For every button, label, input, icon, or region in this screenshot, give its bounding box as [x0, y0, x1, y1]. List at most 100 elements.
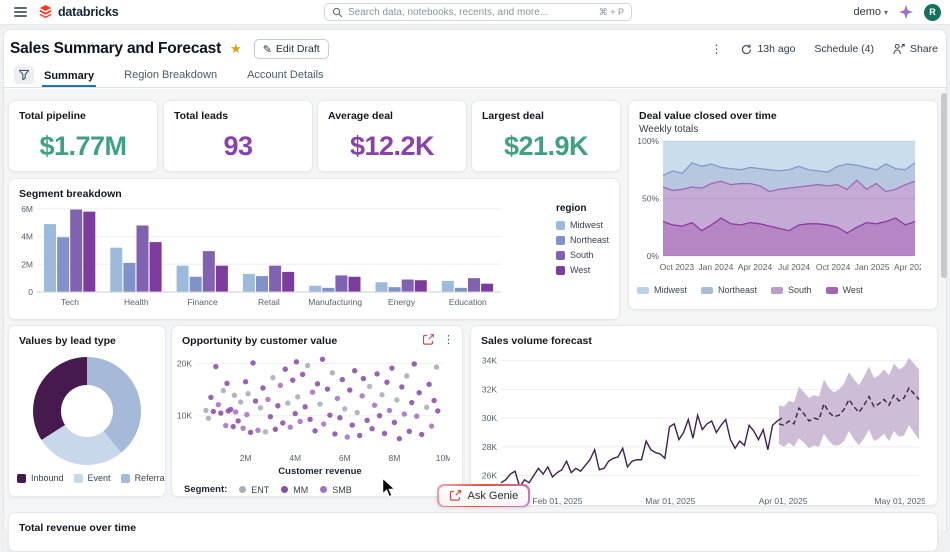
databricks-logo[interactable]: databricks [38, 4, 119, 19]
genie-icon [449, 489, 462, 502]
stacked-area-chart[interactable]: 0%50%100%Oct 2023Jan 2024Apr 2024Jul 202… [629, 135, 937, 282]
legend-swatch [826, 287, 838, 294]
card-total-revenue-over-time: Total revenue over time [8, 512, 938, 552]
kpi-card-total-leads[interactable]: Total leads 93 [163, 100, 313, 172]
legend-item-south[interactable]: South [771, 285, 812, 295]
legend-item-northeast[interactable]: Northeast [556, 235, 609, 245]
svg-text:2M: 2M [21, 259, 33, 269]
legend-swatch [320, 486, 327, 493]
kpi-value: 93 [164, 131, 312, 162]
edit-draft-button[interactable]: ✎ Edit Draft [254, 39, 329, 59]
svg-text:Feb 01, 2025: Feb 01, 2025 [532, 496, 582, 506]
kpi-card-largest-deal[interactable]: Largest deal $21.9K [471, 100, 621, 172]
search-input[interactable] [348, 7, 594, 18]
svg-text:0%: 0% [647, 251, 660, 261]
forecast-line-chart[interactable]: 26K28K30K32K34KFeb 01, 2025Mar 01, 2025A… [471, 347, 937, 506]
svg-text:Energy: Energy [388, 297, 416, 307]
databricks-logo-icon [38, 4, 53, 19]
vertical-scrollbar[interactable] [941, 93, 947, 278]
refresh-icon [741, 44, 752, 55]
donut-chart[interactable] [9, 357, 165, 465]
global-search[interactable]: ⌘ + P [324, 3, 632, 21]
legend-item-ent[interactable]: ENT [239, 485, 269, 495]
legend-item-midwest[interactable]: Midwest [637, 285, 687, 295]
avatar[interactable]: R [924, 4, 941, 21]
svg-text:20K: 20K [177, 358, 192, 368]
svg-text:34K: 34K [482, 356, 497, 366]
kpi-value: $12.2K [318, 131, 466, 162]
legend-swatch [701, 287, 713, 294]
kpi-card-average-deal[interactable]: Average deal $12.2K [317, 100, 467, 172]
schedule-button[interactable]: Schedule (4) [814, 43, 874, 55]
favorite-star-icon[interactable]: ★ [230, 41, 242, 57]
legend-swatch [637, 287, 649, 294]
top-navigation-bar: databricks ⌘ + P demo ▾ R [0, 0, 950, 25]
legend-item-west[interactable]: West [556, 265, 609, 275]
scatter-legend: Segment: ENT MM SMB [172, 484, 462, 495]
donut-ring[interactable] [33, 357, 141, 465]
legend-label: South [788, 285, 812, 295]
page-title: Sales Summary and Forecast [10, 40, 221, 58]
logo-wordmark: databricks [58, 5, 119, 19]
legend-item-event[interactable]: Event [74, 473, 111, 483]
legend-label: Midwest [654, 285, 687, 295]
scatter-chart[interactable]: 10K20K2M4M6M8M10MCustomer revenue [172, 347, 462, 484]
chart-overflow-menu-icon[interactable]: ⋮ [443, 333, 454, 346]
legend-label: ENT [251, 485, 269, 495]
svg-text:100%: 100% [637, 136, 659, 146]
legend-item-mm[interactable]: MM [281, 485, 308, 495]
kpi-card-total-pipeline[interactable]: Total pipeline $1.77M [8, 100, 158, 172]
legend-swatch [239, 486, 246, 493]
svg-text:0: 0 [28, 287, 33, 297]
svg-text:32K: 32K [482, 384, 497, 394]
hamburger-menu-icon[interactable] [14, 7, 27, 18]
dashboard-header: Sales Summary and Forecast ★ ✎ Edit Draf… [10, 37, 938, 61]
legend-item-midwest[interactable]: Midwest [556, 220, 609, 230]
kpi-label: Largest deal [472, 101, 620, 122]
kpi-label: Average deal [318, 101, 466, 122]
tab-account-details[interactable]: Account Details [245, 65, 325, 87]
card-values-by-lead-type: Values by lead type InboundEventReferral [8, 325, 166, 497]
filter-button[interactable] [14, 66, 34, 84]
legend-item-inbound[interactable]: Inbound [17, 473, 64, 483]
share-button[interactable]: Share [893, 43, 938, 55]
svg-text:Manufacturing: Manufacturing [308, 297, 362, 307]
grouped-bar-chart[interactable]: 02M4M6MTechHealthFinanceRetailManufactur… [9, 200, 619, 317]
legend-label: MM [293, 485, 308, 495]
svg-text:Jan 2024: Jan 2024 [698, 262, 733, 272]
legend-label: Segment: [184, 484, 227, 495]
area-chart-legend: Midwest Northeast South West [629, 282, 937, 298]
assistant-sparkle-icon[interactable] [899, 5, 913, 19]
chevron-down-icon: ▾ [884, 8, 888, 17]
svg-text:8M: 8M [388, 453, 400, 463]
add-to-genie-icon[interactable] [422, 333, 435, 346]
legend-item-west[interactable]: West [826, 285, 863, 295]
legend-swatch [556, 266, 565, 275]
ask-genie-button[interactable]: Ask Genie [437, 484, 530, 507]
legend-item-referral[interactable]: Referral [121, 473, 166, 483]
bar-chart-legend: region Midwest Northeast South West [556, 203, 609, 275]
legend-swatch [121, 474, 130, 483]
svg-text:6M: 6M [339, 453, 351, 463]
donut-hole [61, 385, 113, 437]
tab-region-breakdown[interactable]: Region Breakdown [122, 65, 219, 87]
card-deal-value-over-time: Deal value closed over time Weekly total… [628, 100, 938, 310]
chart-subtitle: Weekly totals [629, 122, 937, 135]
legend-title: region [556, 203, 609, 214]
workspace-dropdown[interactable]: demo ▾ [853, 6, 888, 18]
tab-bar: Summary Region Breakdown Account Details [4, 63, 946, 88]
svg-text:Customer revenue: Customer revenue [278, 466, 361, 477]
svg-text:2M: 2M [240, 453, 252, 463]
legend-items: ENT MM SMB [239, 485, 352, 495]
legend-item-south[interactable]: South [556, 250, 609, 260]
legend-item-smb[interactable]: SMB [320, 485, 352, 495]
tab-summary[interactable]: Summary [42, 66, 96, 88]
svg-text:Education: Education [449, 297, 487, 307]
svg-text:10K: 10K [177, 411, 192, 421]
svg-text:6M: 6M [21, 204, 33, 214]
svg-text:10M: 10M [436, 453, 450, 463]
legend-item-northeast[interactable]: Northeast [701, 285, 757, 295]
legend-swatch [17, 474, 26, 483]
overflow-menu-icon[interactable]: ⋮ [710, 42, 722, 56]
refresh-status[interactable]: 13h ago [741, 43, 795, 55]
